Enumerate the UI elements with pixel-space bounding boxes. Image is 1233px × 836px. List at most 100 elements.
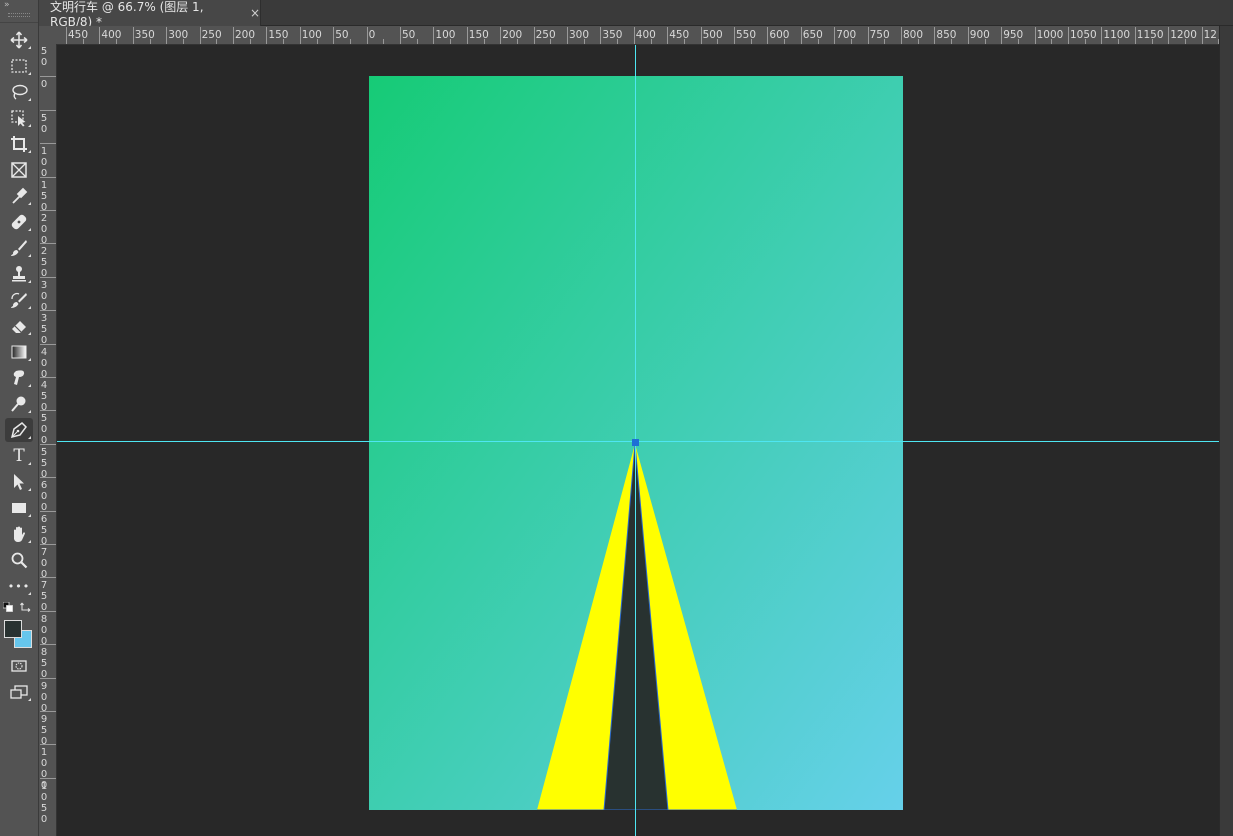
ruler-tick (1168, 27, 1170, 44)
object-select-tool[interactable] (5, 106, 33, 130)
ruler-label: 1000 (1036, 29, 1064, 41)
healing-brush-tool[interactable] (5, 210, 33, 234)
ruler-tick (633, 27, 635, 44)
zoom-tool[interactable] (5, 548, 33, 572)
ruler-label: 950 (40, 714, 48, 747)
ruler-tick (1134, 27, 1136, 44)
ruler-tick (567, 27, 568, 44)
smudge-icon (13, 370, 25, 385)
marquee-icon (11, 59, 27, 73)
ruler-origin[interactable] (39, 26, 57, 45)
default-colors-icon[interactable] (2, 601, 13, 612)
ruler-tick (901, 27, 902, 44)
ruler-minor-tick (383, 39, 385, 44)
type-tool[interactable]: T (5, 444, 33, 468)
smudge-tool[interactable] (5, 366, 33, 390)
ruler-tick (40, 510, 56, 512)
clone-stamp-tool[interactable] (5, 262, 33, 286)
ruler-label: 1150 (1136, 29, 1164, 41)
path-select-tool[interactable] (5, 470, 33, 494)
ruler-tick (533, 27, 535, 44)
ruler-tick (1068, 27, 1069, 44)
ruler-tick (500, 27, 502, 44)
eyedropper-tool[interactable] (5, 184, 33, 208)
ruler-label: 850 (936, 29, 957, 41)
frame-icon (11, 162, 27, 178)
ruler-tick (466, 27, 468, 44)
ruler-label: 400 (635, 29, 656, 41)
history-brush-icon (11, 292, 27, 308)
ruler-tick (40, 109, 56, 111)
collapse-arrows-icon[interactable]: » (4, 0, 9, 10)
ruler-tick (867, 27, 869, 44)
more-tools-icon: ••• (7, 579, 31, 593)
ruler-label: 50 (335, 29, 349, 41)
brush-tool[interactable] (5, 236, 33, 260)
ruler-label: 300 (168, 29, 189, 41)
ruler-tick (40, 777, 56, 779)
rectangle-tool[interactable] (5, 496, 33, 520)
close-icon[interactable]: × (250, 6, 260, 20)
ruler-label: 650 (802, 29, 823, 41)
ruler-tick (800, 27, 802, 44)
ruler-label: 650 (40, 513, 48, 547)
vertical-scrollbar[interactable] (1219, 26, 1233, 836)
ruler-tick (767, 27, 769, 44)
frame-tool[interactable] (5, 158, 33, 182)
tools-panel: » T ••• (0, 0, 39, 836)
eraser-icon (12, 321, 26, 333)
ruler-label: 850 (40, 647, 48, 681)
document-tab-title: 文明行车 @ 66.7% (图层 1, RGB/8) * (50, 0, 204, 29)
path-anchor-point[interactable] (632, 439, 639, 446)
lasso-tool[interactable] (5, 80, 33, 104)
type-icon: T (13, 446, 25, 466)
ruler-label: 100 (435, 29, 456, 41)
foreground-color-swatch[interactable] (4, 620, 22, 638)
horizontal-ruler[interactable]: 450 400 350 300 250 200 150 100 50 0 50 100 150 200 25… (56, 26, 1219, 45)
zoom-icon (11, 552, 28, 569)
panel-grip[interactable] (8, 13, 30, 17)
pen-tool[interactable] (5, 418, 33, 442)
crop-icon (11, 136, 27, 152)
ruler-tick (199, 27, 201, 44)
hand-tool[interactable] (5, 522, 33, 546)
tools-panel-header[interactable]: » (0, 0, 38, 23)
ruler-tick (1001, 27, 1003, 44)
history-brush-tool[interactable] (5, 288, 33, 312)
screen-mode-button[interactable] (5, 680, 33, 704)
canvas-workspace[interactable] (57, 45, 1219, 836)
ruler-tick (40, 176, 56, 178)
crop-tool[interactable] (5, 132, 33, 156)
ruler-label: 1050 (40, 780, 48, 825)
ruler-tick (1034, 27, 1036, 44)
ruler-label: 600 (40, 480, 48, 514)
ruler-tick (40, 744, 56, 746)
ruler-tick (40, 377, 56, 378)
healing-brush-icon (11, 214, 27, 230)
ruler-label: 750 (869, 29, 890, 41)
eraser-tool[interactable] (5, 314, 33, 338)
ruler-tick (834, 27, 836, 44)
path-select-icon (14, 474, 24, 490)
eyedropper-icon (12, 187, 28, 204)
move-tool[interactable] (5, 28, 33, 52)
ruler-tick (40, 243, 56, 245)
ruler-label: 200 (235, 29, 256, 41)
gradient-tool[interactable] (5, 340, 33, 364)
ruler-label: 550 (736, 29, 757, 41)
more-tools[interactable]: ••• (5, 574, 33, 598)
hand-icon (14, 526, 25, 542)
vertical-ruler[interactable]: 5005010015020025030035040045050055060065… (39, 44, 57, 836)
object-select-icon (11, 110, 26, 127)
ruler-label: 750 (40, 580, 48, 614)
ruler-tick (40, 677, 56, 679)
marquee-tool[interactable] (5, 54, 33, 78)
document-tab[interactable]: 文明行车 @ 66.7% (图层 1, RGB/8) * × (39, 0, 261, 29)
swap-colors-icon[interactable] (20, 602, 32, 612)
ruler-tick (233, 27, 234, 44)
quick-mask-button[interactable] (5, 654, 33, 678)
ruler-label: 350 (602, 29, 623, 41)
ruler-tick (66, 27, 67, 44)
ruler-label: 1050 (1070, 29, 1097, 41)
dodge-tool[interactable] (5, 392, 33, 416)
